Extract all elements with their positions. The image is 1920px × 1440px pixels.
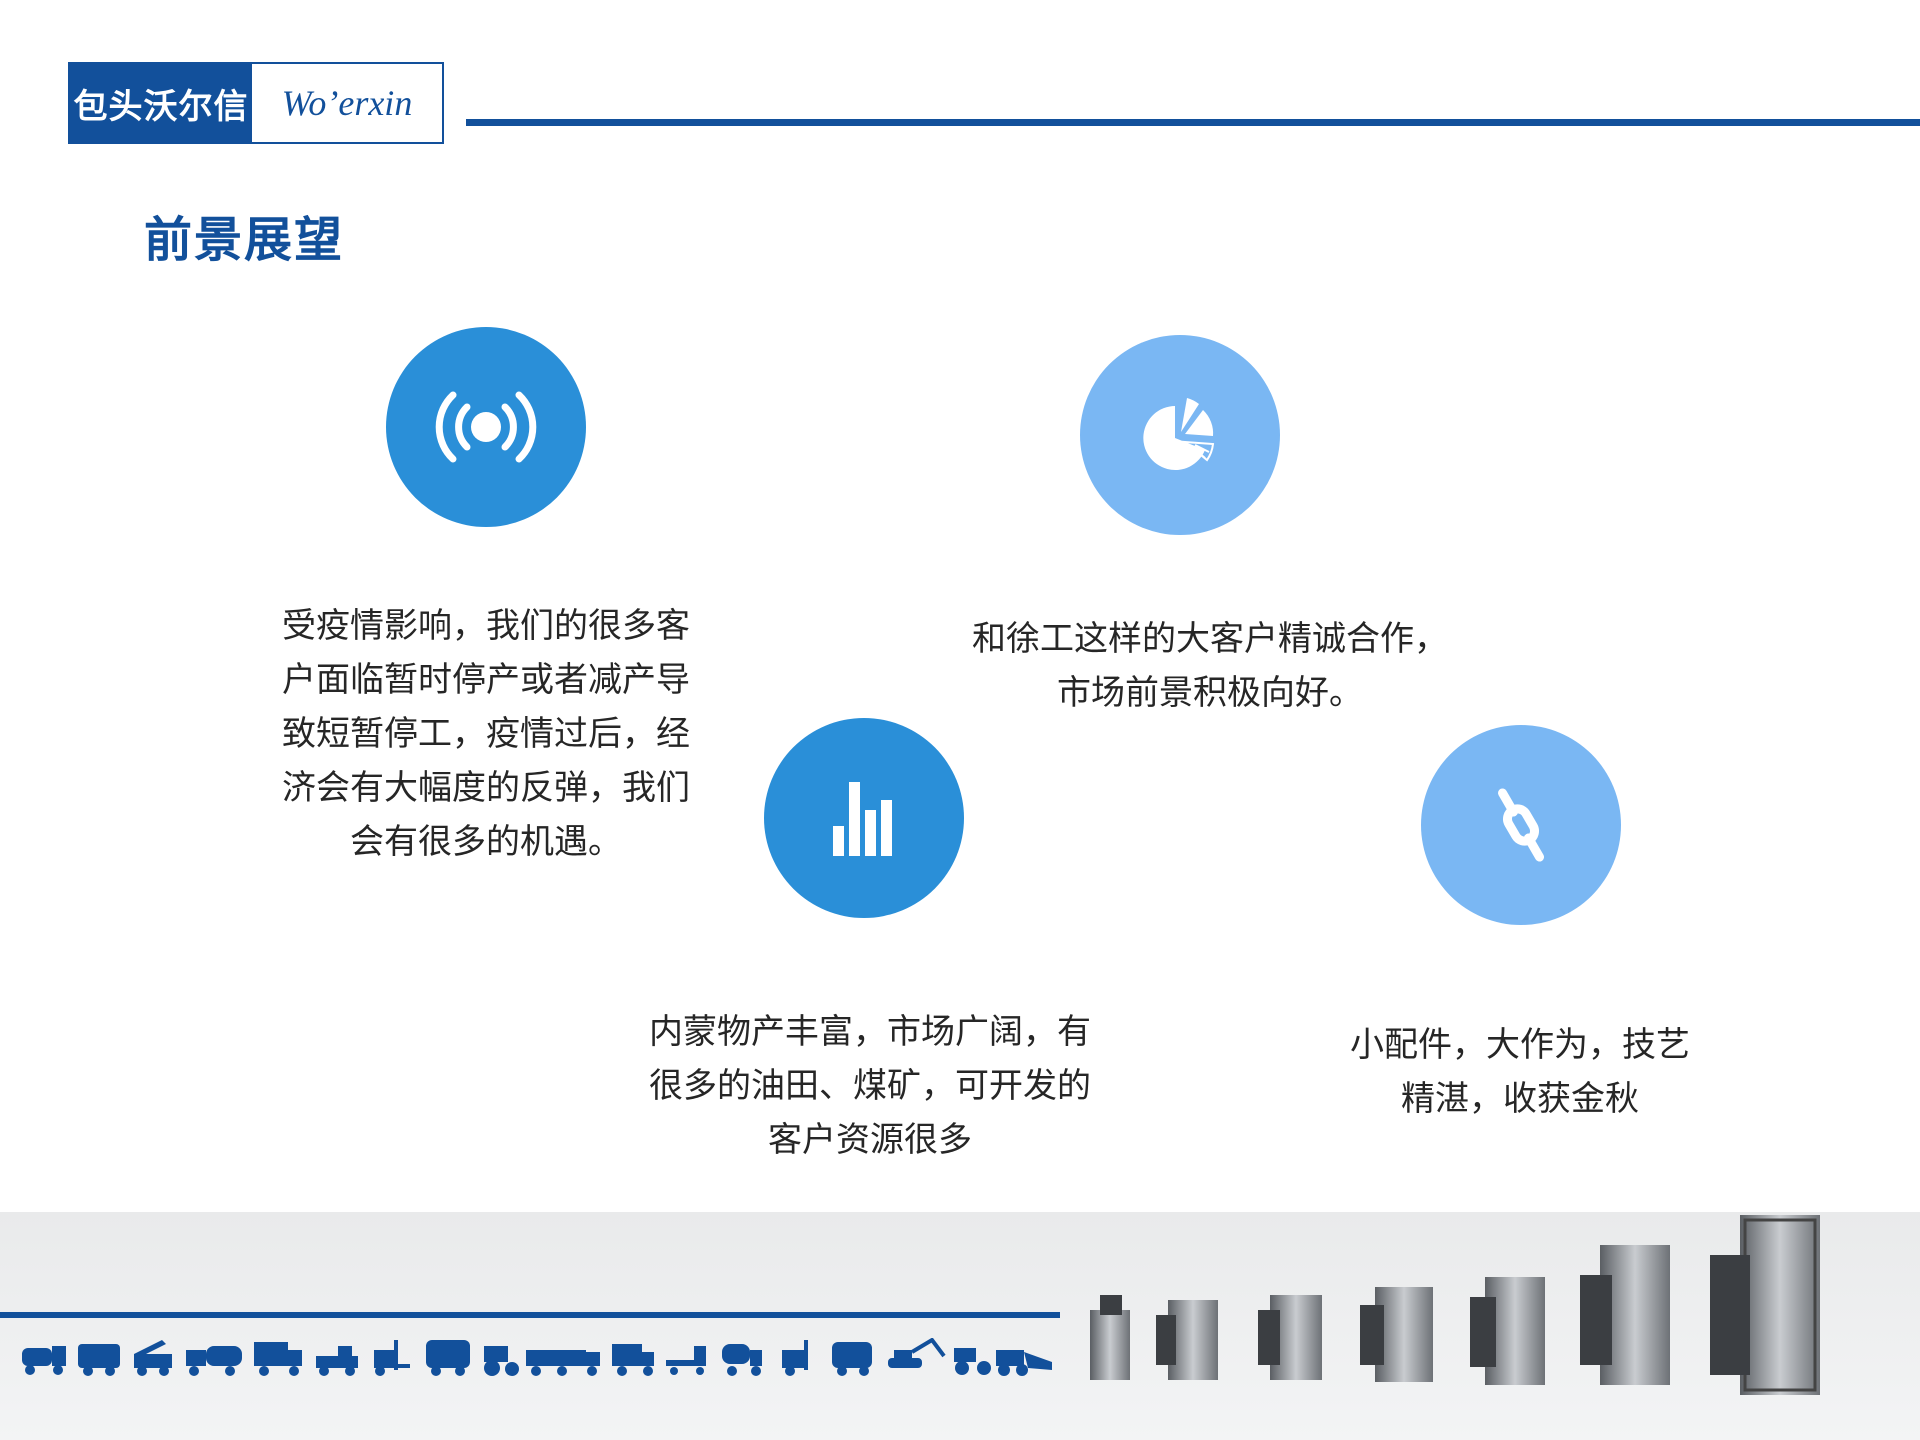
text-line: 户面临暂时停产或者减产导 [282, 660, 690, 700]
text-line: 小配件，大作为，技艺 [1350, 1025, 1690, 1065]
item-3-text: 内蒙物产丰富，市场广阔，有 很多的油田、煤矿，可开发的 客户资源很多 [590, 1005, 1150, 1167]
diesel-generator-images [1090, 1215, 1820, 1395]
bar-chart-icon [764, 718, 964, 918]
item-2-text: 和徐工这样的大客户精诚合作， 市场前景积极向好。 [900, 612, 1520, 720]
text-line: 济会有大幅度的反弹，我们 [282, 768, 690, 808]
text-line: 客户资源很多 [768, 1120, 972, 1160]
text-line: 很多的油田、煤矿，可开发的 [649, 1066, 1091, 1106]
pie-chart-icon [1080, 335, 1280, 535]
company-logo: 包头沃尔信 Wo’erxin [68, 62, 444, 144]
logo-english-name: Wo’erxin [281, 83, 413, 123]
text-line: 市场前景积极向好。 [1057, 673, 1363, 713]
item-1-text: 受疫情影响，我们的很多客 户面临暂时停产或者减产导 致短暂停工，疫情过后，经 济… [236, 599, 736, 869]
footer-divider [0, 1312, 1060, 1318]
text-line: 内蒙物产丰富，市场广阔，有 [649, 1012, 1091, 1052]
chain-link-icon [1421, 725, 1621, 925]
text-line: 受疫情影响，我们的很多客 [282, 606, 690, 646]
text-line: 和徐工这样的大客户精诚合作， [972, 619, 1448, 659]
header-divider [466, 119, 1920, 126]
logo-chinese-name: 包头沃尔信 [70, 64, 252, 142]
text-line: 会有很多的机遇。 [350, 822, 622, 862]
text-line: 精湛，收获金秋 [1401, 1079, 1639, 1119]
item-4-text: 小配件，大作为，技艺 精湛，收获金秋 [1300, 1018, 1740, 1126]
page-title: 前景展望 [144, 212, 345, 268]
vehicle-icons-strip [22, 1338, 1052, 1376]
text-line: 致短暂停工，疫情过后，经 [282, 714, 690, 754]
signal-broadcast-icon [386, 327, 586, 527]
